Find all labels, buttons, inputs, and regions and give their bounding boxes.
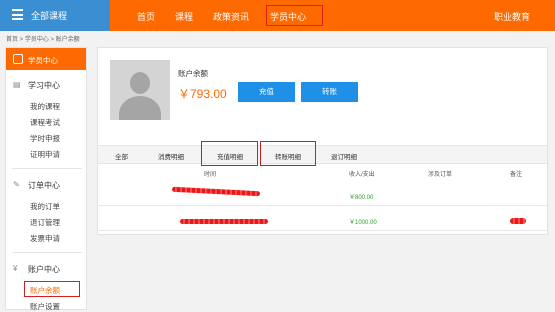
tab-unsubscribe[interactable]: 退订明细: [331, 151, 357, 161]
col-remarks: 备注: [510, 172, 523, 178]
row-amount: ￥1000.00: [349, 220, 377, 226]
avatar: [110, 60, 170, 120]
detail-tabs: 全部 消费明细 充值明细 转账明细 退订明细: [98, 145, 547, 164]
highlight-box: [201, 141, 258, 166]
sidebar-item-course-exam[interactable]: 课程考试: [30, 117, 60, 128]
nav-courses[interactable]: 课程: [175, 10, 193, 23]
nav-home[interactable]: 首页: [137, 10, 155, 23]
redaction-mark: [180, 219, 268, 224]
balance-label: 账户余额: [178, 69, 208, 78]
divider: [12, 168, 82, 169]
currency-icon: ¥: [13, 264, 18, 273]
all-courses-menu[interactable]: 全部课程: [0, 0, 110, 31]
sidebar: 学员中心 ▤ 学习中心 我的课程 课程考试 学时申报 证明申请 ✎ 订单中心 我…: [5, 47, 87, 312]
account-panel: 账户余额 ￥793.00 充值 转账 全部 消费明细 充值明细 转账明细 退订明…: [97, 47, 548, 235]
all-courses-label: 全部课程: [31, 11, 68, 21]
sidebar-item-my-orders[interactable]: 我的订单: [30, 201, 60, 212]
section-title: 学习中心: [28, 81, 60, 90]
nav-vocational-education[interactable]: 职业教育: [494, 10, 530, 23]
table-row: ￥1000.00: [98, 211, 547, 231]
recharge-button[interactable]: 充值: [238, 82, 295, 102]
highlight-box: [24, 281, 80, 297]
sidebar-header-label: 学员中心: [28, 56, 58, 65]
tab-consumption[interactable]: 消费明细: [158, 151, 184, 161]
redaction-mark: [171, 186, 261, 197]
breadcrumb: 首页 > 学员中心 > 账户余额: [6, 37, 80, 43]
top-nav-bar: 全部课程 首页 课程 政策资讯 学员中心 职业教育: [0, 0, 555, 31]
section-title: 账户中心: [28, 265, 60, 274]
tab-all[interactable]: 全部: [115, 151, 128, 161]
student-center-icon: [13, 54, 23, 64]
edit-icon: ✎: [13, 180, 20, 189]
transfer-button[interactable]: 转账: [301, 82, 358, 102]
sidebar-item-unsubscribe[interactable]: 退订管理: [30, 217, 60, 228]
balance-amount: ￥793.00: [178, 87, 227, 101]
table-row: ￥800.00: [98, 186, 547, 206]
menu-icon: [12, 9, 23, 20]
highlight-box: [266, 5, 323, 26]
sidebar-item-invoice-request[interactable]: 发票申请: [30, 233, 60, 244]
sidebar-item-hours-declaration[interactable]: 学时申报: [30, 133, 60, 144]
sidebar-item-account-settings[interactable]: 账户设置: [30, 301, 60, 312]
col-related-order: 涉及订单: [428, 172, 453, 178]
sidebar-item-my-courses[interactable]: 我的课程: [30, 101, 60, 112]
sidebar-header[interactable]: 学员中心: [6, 48, 86, 70]
book-icon: ▤: [13, 80, 21, 89]
section-title: 订单中心: [28, 181, 60, 190]
sidebar-item-certificate-request[interactable]: 证明申请: [30, 149, 60, 160]
redaction-mark: [510, 218, 526, 224]
col-time: 时间: [204, 172, 217, 178]
col-income-expense: 收入/支出: [349, 172, 375, 178]
nav-policy-news[interactable]: 政策资讯: [213, 10, 249, 23]
divider: [12, 252, 82, 253]
row-amount: ￥800.00: [349, 195, 374, 201]
table-header: 时间 收入/支出 涉及订单 备注: [98, 166, 547, 180]
highlight-box: [260, 141, 316, 166]
